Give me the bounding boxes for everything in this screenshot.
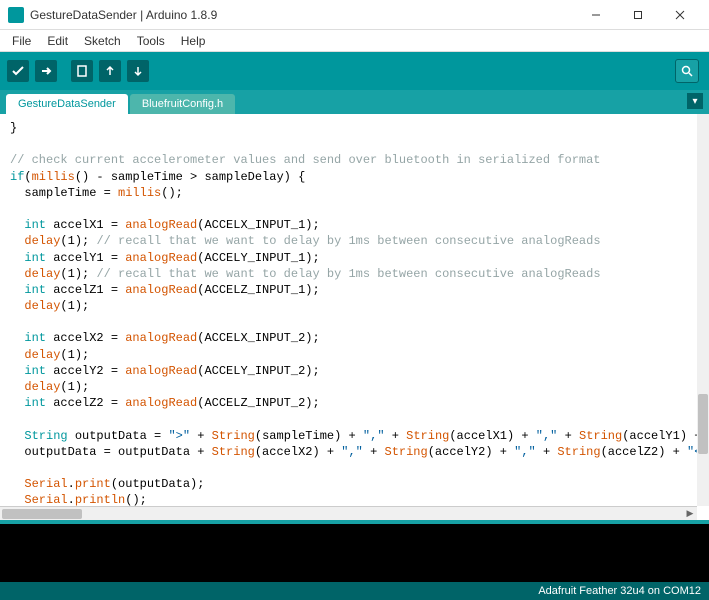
menu-file[interactable]: File xyxy=(4,32,39,50)
save-button[interactable] xyxy=(126,59,150,83)
app-icon xyxy=(8,7,24,23)
horizontal-scrollbar-thumb[interactable] xyxy=(2,509,82,519)
open-button[interactable] xyxy=(98,59,122,83)
board-status: Adafruit Feather 32u4 on COM12 xyxy=(538,585,701,597)
menu-tools[interactable]: Tools xyxy=(129,32,173,50)
horizontal-scrollbar[interactable]: ◀ ▶ xyxy=(0,506,697,520)
tab-gesturedatasender[interactable]: GestureDataSender xyxy=(6,94,128,114)
close-button[interactable] xyxy=(659,1,701,29)
window-title: GestureDataSender | Arduino 1.8.9 xyxy=(30,8,575,22)
code-editor[interactable]: } // check current accelerometer values … xyxy=(0,114,709,506)
tab-menu-button[interactable]: ▾ xyxy=(687,93,703,109)
menu-sketch[interactable]: Sketch xyxy=(76,32,129,50)
console-output[interactable] xyxy=(0,524,709,582)
tab-bluefruitconfig[interactable]: BluefruitConfig.h xyxy=(130,94,235,114)
maximize-button[interactable] xyxy=(617,1,659,29)
serial-monitor-button[interactable] xyxy=(675,59,699,83)
window-titlebar: GestureDataSender | Arduino 1.8.9 xyxy=(0,0,709,30)
menu-edit[interactable]: Edit xyxy=(39,32,76,50)
verify-button[interactable] xyxy=(6,59,30,83)
menubar: File Edit Sketch Tools Help xyxy=(0,30,709,52)
new-button[interactable] xyxy=(70,59,94,83)
upload-button[interactable] xyxy=(34,59,58,83)
toolbar xyxy=(0,52,709,90)
minimize-button[interactable] xyxy=(575,1,617,29)
status-bar: Adafruit Feather 32u4 on COM12 xyxy=(0,582,709,600)
window-controls xyxy=(575,1,701,29)
vertical-scrollbar-thumb[interactable] xyxy=(698,394,708,454)
tab-bar: GestureDataSender BluefruitConfig.h ▾ xyxy=(0,90,709,114)
vertical-scrollbar[interactable] xyxy=(697,114,709,506)
menu-help[interactable]: Help xyxy=(173,32,214,50)
scroll-right-arrow[interactable]: ▶ xyxy=(683,507,697,521)
